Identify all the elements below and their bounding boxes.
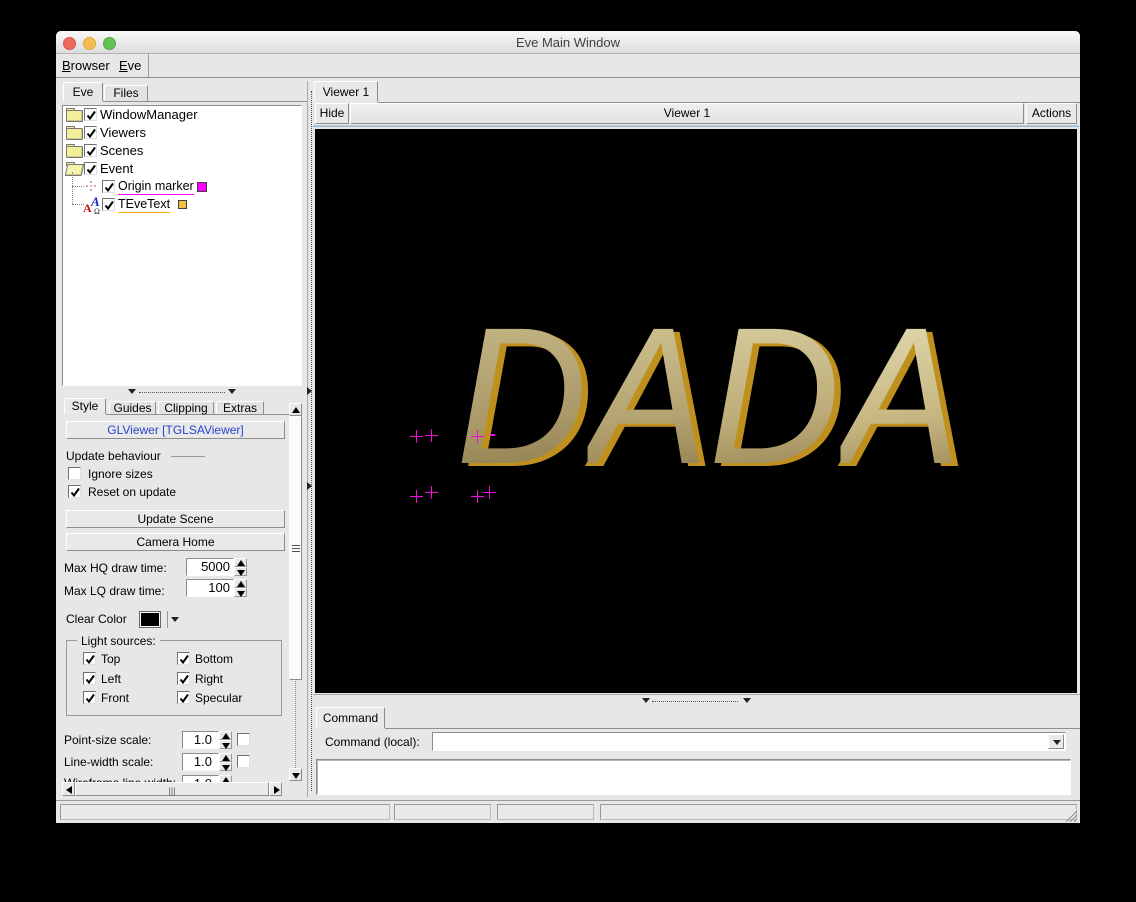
svg-text:A: A xyxy=(83,201,92,214)
svg-text:Ω: Ω xyxy=(94,207,100,214)
